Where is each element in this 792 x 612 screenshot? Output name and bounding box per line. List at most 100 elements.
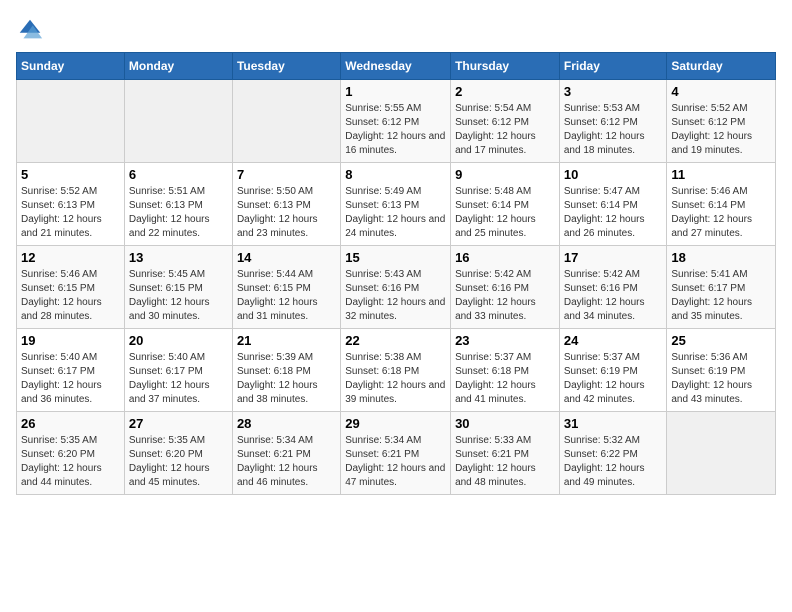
day-number: 28 [237, 416, 336, 431]
day-number: 10 [564, 167, 663, 182]
day-info: Sunrise: 5:48 AMSunset: 6:14 PMDaylight:… [455, 185, 555, 241]
calendar-cell: 9 Sunrise: 5:48 AMSunset: 6:14 PMDaylight… [451, 163, 560, 246]
calendar-cell: 14 Sunrise: 5:44 AMSunset: 6:15 PMDayligh… [232, 246, 340, 329]
day-info: Sunrise: 5:53 AMSunset: 6:12 PMDaylight:… [564, 102, 663, 158]
calendar-cell: 21 Sunrise: 5:39 AMSunset: 6:18 PMDayligh… [232, 329, 340, 412]
day-info: Sunrise: 5:33 AMSunset: 6:21 PMDaylight:… [455, 434, 555, 490]
day-number: 29 [345, 416, 446, 431]
day-number: 26 [21, 416, 120, 431]
calendar-cell: 27Sunrise: 5:35 AMSunset: 6:20 PMDayligh… [124, 412, 232, 495]
day-number: 19 [21, 333, 120, 348]
day-header-friday: Friday [559, 53, 667, 80]
calendar-cell: 26 Sunrise: 5:35 AMSunset: 6:20 PMDayligh… [17, 412, 125, 495]
day-number: 30 [455, 416, 555, 431]
day-info: Sunrise: 5:35 AMSunset: 6:20 PMDaylight:… [21, 434, 120, 490]
day-header-monday: Monday [124, 53, 232, 80]
calendar-cell: 29 Sunrise: 5:34 AMSunset: 6:21 PMDayligh… [341, 412, 451, 495]
day-info: Sunrise: 5:51 AMSunset: 6:13 PMDaylight:… [129, 185, 228, 241]
day-header-sunday: Sunday [17, 53, 125, 80]
calendar-cell: 28 Sunrise: 5:34 AMSunset: 6:21 PMDayligh… [232, 412, 340, 495]
day-info: Sunrise: 5:40 AMSunset: 6:17 PMDaylight:… [129, 351, 228, 407]
week-row-3: 12 Sunrise: 5:46 AMSunset: 6:15 PMDayligh… [17, 246, 776, 329]
calendar-cell: 31 Sunrise: 5:32 AMSunset: 6:22 PMDayligh… [559, 412, 667, 495]
day-header-saturday: Saturday [667, 53, 776, 80]
day-info: Sunrise: 5:52 AMSunset: 6:13 PMDaylight:… [21, 185, 120, 241]
day-info: Sunrise: 5:40 AMSunset: 6:17 PMDaylight:… [21, 351, 120, 407]
week-row-5: 26 Sunrise: 5:35 AMSunset: 6:20 PMDayligh… [17, 412, 776, 495]
day-number: 9 [455, 167, 555, 182]
day-info: Sunrise: 5:52 AMSunset: 6:12 PMDaylight:… [671, 102, 771, 158]
day-info: Sunrise: 5:34 AMSunset: 6:21 PMDaylight:… [345, 434, 446, 490]
day-info: Sunrise: 5:49 AMSunset: 6:13 PMDaylight:… [345, 185, 446, 241]
day-info: Sunrise: 5:37 AMSunset: 6:19 PMDaylight:… [564, 351, 663, 407]
day-number: 22 [345, 333, 446, 348]
calendar-cell: 4 Sunrise: 5:52 AMSunset: 6:12 PMDaylight… [667, 80, 776, 163]
calendar-cell: 2Sunrise: 5:54 AMSunset: 6:12 PMDaylight… [451, 80, 560, 163]
logo-icon [16, 16, 44, 44]
day-number: 15 [345, 250, 446, 265]
day-info: Sunrise: 5:54 AMSunset: 6:12 PMDaylight:… [455, 102, 555, 158]
day-info: Sunrise: 5:43 AMSunset: 6:16 PMDaylight:… [345, 268, 446, 324]
header-row: SundayMondayTuesdayWednesdayThursdayFrid… [17, 53, 776, 80]
day-info: Sunrise: 5:50 AMSunset: 6:13 PMDaylight:… [237, 185, 336, 241]
day-number: 7 [237, 167, 336, 182]
page-header [16, 16, 776, 44]
day-number: 8 [345, 167, 446, 182]
day-info: Sunrise: 5:39 AMSunset: 6:18 PMDaylight:… [237, 351, 336, 407]
logo [16, 16, 48, 44]
day-info: Sunrise: 5:42 AMSunset: 6:16 PMDaylight:… [455, 268, 555, 324]
day-info: Sunrise: 5:46 AMSunset: 6:15 PMDaylight:… [21, 268, 120, 324]
calendar-cell: 22 Sunrise: 5:38 AMSunset: 6:18 PMDayligh… [341, 329, 451, 412]
day-number: 23 [455, 333, 555, 348]
day-number: 3 [564, 84, 663, 99]
calendar-cell: 13 Sunrise: 5:45 AMSunset: 6:15 PMDayligh… [124, 246, 232, 329]
day-info: Sunrise: 5:32 AMSunset: 6:22 PMDaylight:… [564, 434, 663, 490]
day-info: Sunrise: 5:45 AMSunset: 6:15 PMDaylight:… [129, 268, 228, 324]
calendar-cell: 25 Sunrise: 5:36 AMSunset: 6:19 PMDayligh… [667, 329, 776, 412]
calendar-cell: 3 Sunrise: 5:53 AMSunset: 6:12 PMDaylight… [559, 80, 667, 163]
day-info: Sunrise: 5:46 AMSunset: 6:14 PMDaylight:… [671, 185, 771, 241]
day-number: 31 [564, 416, 663, 431]
day-info: Sunrise: 5:35 AMSunset: 6:20 PMDaylight:… [129, 434, 228, 490]
calendar-cell: 10 Sunrise: 5:47 AMSunset: 6:14 PMDayligh… [559, 163, 667, 246]
day-number: 12 [21, 250, 120, 265]
week-row-4: 19 Sunrise: 5:40 AMSunset: 6:17 PMDayligh… [17, 329, 776, 412]
calendar-cell: 8 Sunrise: 5:49 AMSunset: 6:13 PMDaylight… [341, 163, 451, 246]
calendar-cell: 11 Sunrise: 5:46 AMSunset: 6:14 PMDayligh… [667, 163, 776, 246]
day-number: 5 [21, 167, 120, 182]
day-info: Sunrise: 5:34 AMSunset: 6:21 PMDaylight:… [237, 434, 336, 490]
day-number: 11 [671, 167, 771, 182]
day-info: Sunrise: 5:37 AMSunset: 6:18 PMDaylight:… [455, 351, 555, 407]
day-number: 1 [345, 84, 446, 99]
day-header-thursday: Thursday [451, 53, 560, 80]
calendar-cell: 23 Sunrise: 5:37 AMSunset: 6:18 PMDayligh… [451, 329, 560, 412]
day-number: 14 [237, 250, 336, 265]
calendar-cell [667, 412, 776, 495]
day-number: 17 [564, 250, 663, 265]
calendar-cell: 1 Sunrise: 5:55 AMSunset: 6:12 PMDaylight… [341, 80, 451, 163]
week-row-2: 5 Sunrise: 5:52 AMSunset: 6:13 PMDaylight… [17, 163, 776, 246]
day-info: Sunrise: 5:44 AMSunset: 6:15 PMDaylight:… [237, 268, 336, 324]
day-header-tuesday: Tuesday [232, 53, 340, 80]
day-number: 24 [564, 333, 663, 348]
calendar-cell: 17 Sunrise: 5:42 AMSunset: 6:16 PMDayligh… [559, 246, 667, 329]
day-number: 25 [671, 333, 771, 348]
day-info: Sunrise: 5:36 AMSunset: 6:19 PMDaylight:… [671, 351, 771, 407]
day-info: Sunrise: 5:41 AMSunset: 6:17 PMDaylight:… [671, 268, 771, 324]
week-row-1: 1 Sunrise: 5:55 AMSunset: 6:12 PMDaylight… [17, 80, 776, 163]
calendar-cell: 5 Sunrise: 5:52 AMSunset: 6:13 PMDaylight… [17, 163, 125, 246]
calendar-cell: 20 Sunrise: 5:40 AMSunset: 6:17 PMDayligh… [124, 329, 232, 412]
day-info: Sunrise: 5:38 AMSunset: 6:18 PMDaylight:… [345, 351, 446, 407]
day-info: Sunrise: 5:47 AMSunset: 6:14 PMDaylight:… [564, 185, 663, 241]
day-info: Sunrise: 5:42 AMSunset: 6:16 PMDaylight:… [564, 268, 663, 324]
day-info: Sunrise: 5:55 AMSunset: 6:12 PMDaylight:… [345, 102, 446, 158]
calendar-cell [17, 80, 125, 163]
day-number: 13 [129, 250, 228, 265]
day-number: 4 [671, 84, 771, 99]
calendar-cell: 30 Sunrise: 5:33 AMSunset: 6:21 PMDayligh… [451, 412, 560, 495]
calendar-cell: 6Sunrise: 5:51 AMSunset: 6:13 PMDaylight… [124, 163, 232, 246]
calendar-cell: 7 Sunrise: 5:50 AMSunset: 6:13 PMDaylight… [232, 163, 340, 246]
calendar-cell [124, 80, 232, 163]
day-number: 20 [129, 333, 228, 348]
day-number: 21 [237, 333, 336, 348]
